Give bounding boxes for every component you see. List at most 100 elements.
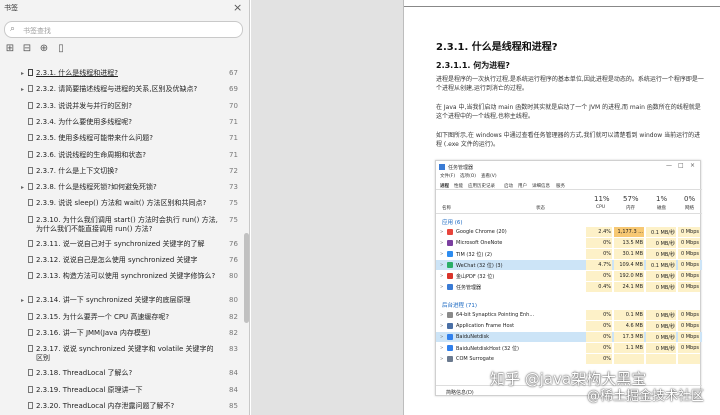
expand-arrow-icon[interactable]: ▸ <box>21 69 24 78</box>
process-name: Google Chrome (20) <box>456 229 507 235</box>
process-disk: 0 MB/秒 <box>655 252 675 258</box>
bookmark-label: 2.3.11. 说一说自己对于 synchronized 关键字的了解 <box>36 239 205 248</box>
tm-process-row: > BaiduNetdisk 0% 17.3 MB 0 MB/秒 0 Mbps <box>436 332 702 342</box>
tm-col-name: 名称 <box>442 206 451 211</box>
bookmark-label: 2.3.20. ThreadLocal 内存泄露问题了解不? <box>36 401 175 410</box>
process-mem: 17.3 MB <box>622 334 643 340</box>
tm-process-row: >64-bit Synaptics Pointing Enh... 0% 0.1 M… <box>436 310 702 320</box>
chevron-right-icon: > <box>440 356 444 361</box>
process-net: 0 Mbps <box>680 229 699 235</box>
sidebar-scrollbar[interactable] <box>244 66 249 414</box>
scrollbar-thumb[interactable] <box>244 233 249 323</box>
tm-tab-users: 用户 <box>518 184 527 189</box>
bookmark-page-number: 69 <box>229 85 238 94</box>
process-disk: 0 MB/秒 <box>655 274 675 280</box>
process-icon <box>447 262 453 268</box>
bookmark-page-number: 75 <box>229 199 238 208</box>
bookmark-page-number: 84 <box>229 369 238 378</box>
bookmark-page-number: 67 <box>229 69 238 77</box>
usage-cell-bg <box>678 354 700 364</box>
process-mem: 24.1 MB <box>622 284 643 290</box>
bookmark-label: 2.3.1. 什么是线程和进程? <box>36 69 118 77</box>
expand-arrow-icon[interactable]: ▸ <box>21 183 24 192</box>
expand-arrow-icon[interactable]: ▸ <box>21 296 24 305</box>
process-icon <box>447 323 453 329</box>
process-cpu: 0% <box>603 323 611 329</box>
chevron-right-icon: > <box>440 229 444 234</box>
bookmark-label: 2.3.2. 请简要描述线程与进程的关系,区别及优缺点? <box>36 85 198 94</box>
collapse-all-icon[interactable]: ⊟ <box>20 42 34 56</box>
chevron-right-icon: > <box>440 251 444 256</box>
bookmark-page-number: 71 <box>229 134 238 143</box>
tm-mem-label: 内存 <box>626 206 635 211</box>
sidebar-close-icon[interactable]: × <box>233 0 242 16</box>
search-icon: ⌕ <box>10 24 16 34</box>
chevron-right-icon: > <box>440 284 444 289</box>
sidebar-gutter <box>251 0 403 415</box>
tm-disk-pct: 1% <box>656 195 668 203</box>
bookmark-page-icon <box>28 401 33 409</box>
process-icon <box>447 334 453 340</box>
process-cpu: 2.4% <box>598 229 611 235</box>
bookmark-page-number: 82 <box>229 328 238 337</box>
tm-tab-performance: 性能 <box>454 184 463 189</box>
paragraph-3: 如下图所示,在 windows 中通过查看任务管理器的方式,我们就可以清楚看到 … <box>436 132 701 148</box>
bookmark-page-icon <box>28 166 33 174</box>
process-disk: 0 MB/秒 <box>655 335 675 341</box>
bookmark-tree: ▸ 2.3.1. 什么是线程和进程? 67 ▸ 2.3.2. 请简要描述线程与进程的关系… <box>0 65 244 415</box>
process-cpu: 0% <box>603 240 611 246</box>
bookmark-page-number: 80 <box>229 272 238 281</box>
tm-menu-view: 查看(V) <box>481 174 497 179</box>
bookmark-search-input[interactable]: ⌕ 书签查找 <box>4 21 243 38</box>
process-net: 0 Mbps <box>680 251 699 257</box>
process-icon <box>447 251 453 257</box>
tm-tab-services: 服务 <box>556 184 565 189</box>
bookmark-page-icon <box>28 215 33 223</box>
minimize-icon: — <box>666 162 672 169</box>
expand-all-icon[interactable]: ⊞ <box>3 42 17 56</box>
tm-title: 任务管理器 <box>448 165 474 171</box>
process-name: Microsoft OneNote <box>456 240 503 246</box>
tm-apps-group: 应用 (6) <box>442 220 463 226</box>
tm-tab-app-history: 应用历史记录 <box>468 184 495 189</box>
tm-process-row: > Application Frame Host 0% 4.6 MB 0 MB/秒 0 M… <box>436 321 702 331</box>
expand-arrow-icon[interactable]: ▸ <box>21 85 24 94</box>
bookmark-page-icon <box>28 101 33 109</box>
process-disk: 0 MB/秒 <box>655 241 675 247</box>
tm-cpu-pct: 11% <box>594 195 610 203</box>
bookmark-page-icon <box>28 256 33 263</box>
tm-fewer-details: 简略信息(D) <box>446 390 474 396</box>
process-mem: 4.6 MB <box>625 323 643 329</box>
bookmark-icon[interactable]: ▯ <box>54 42 68 56</box>
bookmark-label: 2.3.5. 使用多线程可能带来什么问题? <box>36 134 153 143</box>
bookmark-page-number: 84 <box>229 385 238 394</box>
tm-tab-details: 详细信息 <box>532 184 550 189</box>
process-name: BaiduNetdiskHost (32 位) <box>456 346 519 352</box>
sidebar-header: 书签 × <box>0 0 250 16</box>
bookmark-page-number: 70 <box>229 101 238 110</box>
process-name: 任务管理器 <box>456 285 482 291</box>
bookmark-label: 2.3.18. ThreadLocal 了解么? <box>36 369 133 378</box>
process-icon <box>447 356 453 362</box>
process-mem: 30.1 MB <box>622 251 643 257</box>
process-cpu: 0% <box>603 345 611 351</box>
process-mem: 1,177.3 ... <box>617 229 643 235</box>
process-mem: 192.0 MB <box>619 273 643 279</box>
process-icon <box>447 240 453 246</box>
bookmark-page-number: 83 <box>229 345 238 354</box>
bookmark-label: 2.3.7. 什么是上下文切换? <box>36 166 118 175</box>
bookmark-page-number: 75 <box>229 215 238 224</box>
process-net: 0 Mbps <box>680 334 699 340</box>
tm-cpu-label: CPU <box>596 205 606 210</box>
bookmark-label: 2.3.19. ThreadLocal 原理讲一下 <box>36 385 143 394</box>
tm-process-row: > Google Chrome (20) 2.4% 1,177.3 ... 0.1 MB… <box>436 227 702 237</box>
tm-mem-pct: 57% <box>623 195 639 203</box>
bookmark-page-icon <box>28 272 33 280</box>
bookmarks-sidebar: 书签 × ⌕ 书签查找 ⊞ ⊟ ⊕ ▯ ▸ 2.3.1. 什么是线程和进程? 67 ▸… <box>0 0 250 415</box>
bookmark-page-icon <box>28 312 33 320</box>
bookmark-label: 2.3.12. 说说自己是怎么使用 synchronized 关键字 <box>36 256 198 264</box>
section-heading: 2.3.1. 什么是线程和进程? <box>436 42 558 53</box>
add-bookmark-icon[interactable]: ⊕ <box>37 42 51 56</box>
process-disk: 0.1 MB/秒 <box>651 263 675 269</box>
bookmark-label: 2.3.13. 构造方法可以使用 synchronized 关键字修饰么? <box>36 272 216 281</box>
